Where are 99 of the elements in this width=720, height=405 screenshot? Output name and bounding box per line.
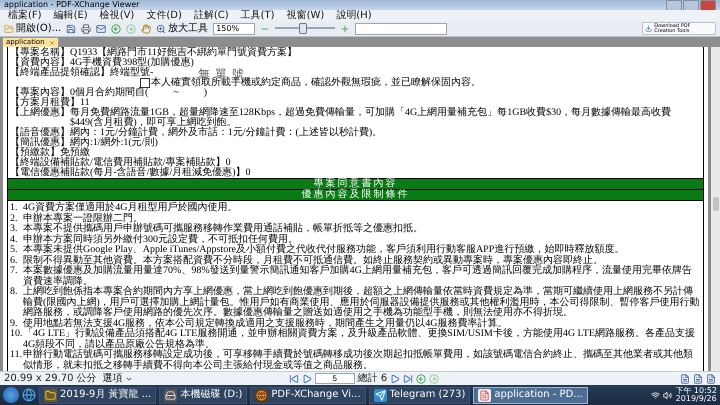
field-label: 【簡訊優惠】 [10,138,70,148]
item-number: 1. [10,203,18,214]
menu-item[interactable]: 註解(C) [194,10,229,22]
menu-item[interactable]: 文件(D) [146,10,182,22]
item-number: 6. [10,256,18,266]
item-number: 11. [10,350,23,362]
network-icon[interactable] [651,390,660,400]
drive-icon[interactable] [165,390,176,400]
clock-date: 2019/9/26 [676,395,717,403]
term-text: 使用地點若無法支援4G服務，依本公司規定轉換成適用之支援服務時，期間產生之用量仍以4G服務費率計算。 [23,318,508,328]
menu-item[interactable]: 檢視(V) [100,10,134,22]
confirm-checkbox[interactable] [140,78,150,88]
zoom-field[interactable]: 150% [213,22,256,34]
printer-icon[interactable] [81,24,92,34]
search-field[interactable] [355,22,448,34]
term-text: 本專案未提供Google Play、Apple iTunes/Appstore及小額付費之代收代付服務功能，客戶須利用行動客服APP進行預繳，始即時釋放額度。 [23,245,626,255]
term-text: 4G資費方案僅適用於4G月租型用戶於國內使用。 [23,203,238,213]
menu-item[interactable]: 視窗(W) [286,10,324,22]
taskbar-button[interactable]: application - PD... [473,386,588,404]
first-page-icon[interactable] [288,374,299,384]
item-number: 10. [10,329,23,341]
field-label: 【預繳款】 [10,148,60,158]
item-number: 9. [10,318,18,329]
menu-item[interactable]: 檔案(F) [8,10,42,22]
page-size: 20.99 x 29.70 公分 [4,372,97,384]
taskbar-button[interactable]: 本機磁碟 (D:) [159,386,248,404]
term-text: 上網吃到飽係指本專案合約期間內方享上網優惠，當上網吃到飽優惠到期後，超額之上網傳輸量依當時資費規定為準，當期可繼續使用上網服務不另計傳輸費(限國內上網)，用戶可選擇加購上網計量包。惟用戶如有商業使用、應用於伺服器設備提供服務或其他權利濫用時，本公司得限制、暫停客戶使用行動網路服務，或調降客戶使用網路的優先次序。數據優惠傳輸量之贈送如適使用之手機為功能型手機，則無法使用亦不得折現。 [23,287,701,318]
field-value: 4G手機資費398型(加購優惠) [70,58,194,68]
slider-thumb[interactable] [299,23,308,34]
item-number: 8. [10,287,18,299]
taskbar-button[interactable]: PDF-XChange Vi... [250,386,366,404]
item-number: 3. [10,224,18,234]
close-button[interactable] [700,0,716,10]
globe-icon[interactable] [256,390,268,400]
menu-item[interactable]: 說明(H) [336,10,372,22]
field-value: 終端型號- [110,68,154,78]
document-icon[interactable] [479,390,490,400]
term-text: 本案數據優惠及加購流量用量達70%、98%發送到量警示簡訊通知客戶加購4G上網用量補充包，客戶可透過簡訊回覆完成加購程序，流量使用完畢依牌告資費速率調降。 [23,266,692,286]
close-icon[interactable] [48,40,55,46]
maximize-button[interactable] [683,0,699,10]
field-value: 11 [80,98,90,108]
section-header: 專案同意書內容 [8,178,703,189]
field-value: 免預繳 [60,148,90,158]
browser-icon[interactable] [22,388,36,402]
item-number: 5. [10,245,18,256]
taskbar-button[interactable]: Telegram (273) [368,386,470,404]
term-text: 「4G LTE」行動設備產品須搭配4G LTE服務開通，並申辦相關資費方案，及升級產品軟體、更換SIM/USIM卡後，方能使用4G LTE網路服務。各產品支援4G頻段不同，請以產品原廠公告規格為準。 [23,329,696,350]
term-text: 申辦本專案一證限辦二門。 [23,214,143,224]
field-value: 網內:1/網外:1(元/則) [70,138,158,148]
download-icon[interactable] [645,24,652,33]
taskbar-button[interactable]: 2019-9月 黃寶龍 ... [39,386,156,404]
field-label: 【終端產品提領確認】 [10,68,110,78]
page-view-icon[interactable] [706,374,716,384]
folder-icon[interactable] [45,390,56,400]
next-page-icon[interactable] [390,374,400,384]
page-field[interactable]: 5 [314,373,355,384]
page-view-icon[interactable] [680,374,690,384]
field-value: 每月免費網路流量1GB，超量網降速至128Kbps，超過免費傳輸量，可加購「4G上網用量補充包」每1GB收費$30，每月數據傳輸最高收費$449(含月租費)，即可享上網吃到飽。 [70,108,672,128]
field-label: 【上網優惠】 [10,108,70,120]
hand-icon[interactable] [141,24,152,34]
confirm-text: 本人確實領取所載手機或約定商品，確認外觀無瑕疵，並已瞭解保固內容。 [151,78,481,88]
term-text: 申辦行動電話號碼可攜服務移轉設定成功後，可享移轉手續費於號碼轉移成功後次期起扣抵帳單費用，如該號碼電信合約終止、攜碼至其他業者或其他類似情形，就未扣抵之移轉手續費不得向本公司主張給付現金或等值之商品服務。 [23,350,694,371]
page-view-icon[interactable] [693,374,703,384]
term-text: 本專案不提供攜碼用戶申辦號碼可攜服務移轉作業費用通話補貼，帳單折抵等之優惠扣抵。 [23,224,424,234]
mail-icon[interactable] [96,24,106,34]
field-label: 【終端設備補貼款/電信費用補貼款/專案補貼款】 [10,158,226,168]
clock-time: 下午 10:52 [675,387,717,395]
term-text: 限制不得異動至其他資費。本方案搭配資費不分時段，月租費不可抵通信費。如終止服務契約或異動專案時，專案優惠內容即終止。 [23,256,603,266]
minimize-button[interactable] [666,0,682,10]
section-header: 優惠內容及限制條件 [8,189,703,200]
zoom-tool-button[interactable]: 放大工具 [156,22,208,35]
back-icon[interactable] [111,24,122,34]
open-button[interactable]: 開啟(O)... [4,22,62,35]
field-value: 0個月合約期間自( ~ ) [70,88,208,98]
term-text: 申辦本方案同時須另外繳付300元設定費，不可抵扣任何費用。 [23,234,298,244]
item-number: 7. [10,266,18,278]
field-label: 【資費內容】 [10,58,70,68]
volume-icon[interactable] [663,390,672,400]
options-button[interactable]: 選項 [102,372,133,385]
save-icon[interactable] [66,24,76,34]
menu-item[interactable]: 工具(T) [240,10,275,22]
field-label: 【專案內容】 [10,88,70,98]
last-page-icon[interactable] [403,374,414,384]
item-number: 4. [10,234,18,245]
field-label: 【語音優惠】 [10,128,70,138]
window-title: application - PDF-XChange Viewer [4,0,140,10]
start-button[interactable] [3,387,19,403]
item-number: 2. [10,214,18,224]
field-value: 0 [226,158,231,168]
field-value: 網內：1元/分鐘計費，網外及市話：1元/分鐘計費：(上述皆以秒計費)。 [70,128,382,138]
menu-item[interactable]: 編輯(E) [54,10,88,22]
paper-plane-icon[interactable] [374,390,386,400]
page-total: 總計 6 [358,372,388,384]
field-label: 【方案月租費】 [10,98,80,108]
back-icon[interactable] [416,374,426,384]
field-value: 0 [246,168,251,178]
field-label: 【電信優惠補貼款(每月-含語音/數據/月租減免優惠)】 [10,168,246,178]
zoom-icon[interactable] [156,24,166,34]
scrollbar[interactable] [711,47,720,371]
